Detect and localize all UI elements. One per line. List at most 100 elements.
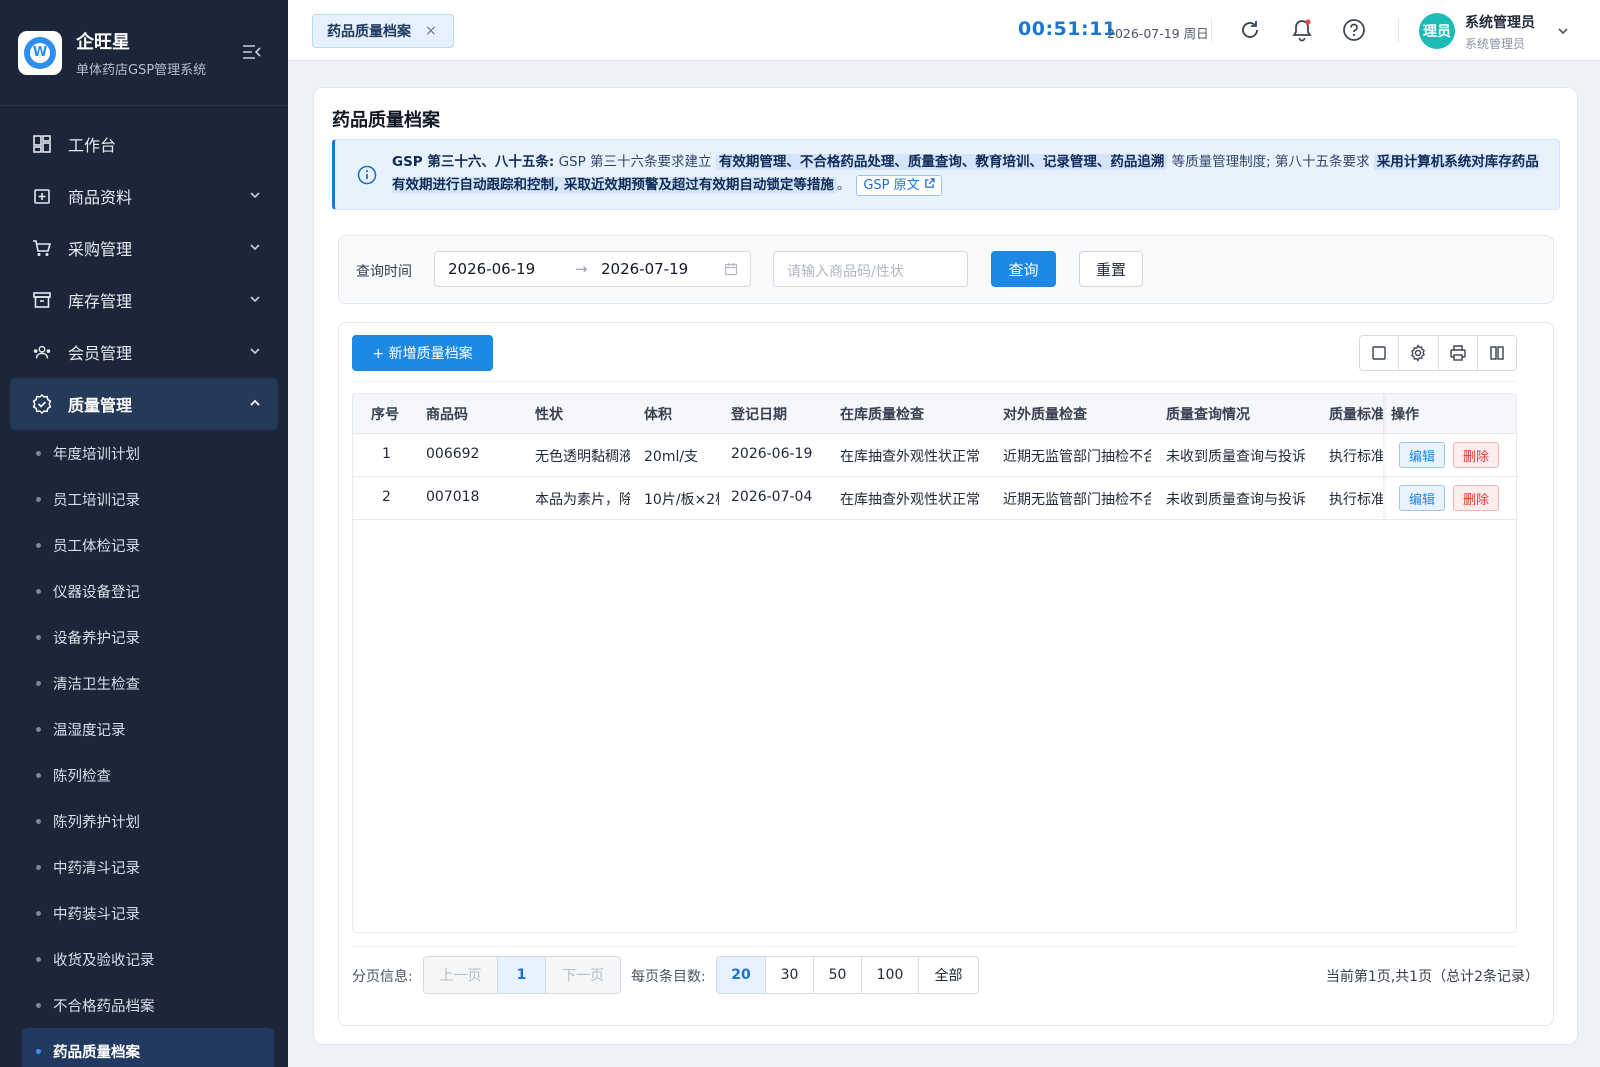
sidebar-subitem[interactable]: 收货及验收记录	[22, 936, 274, 982]
nav-label: 会员管理	[68, 344, 133, 363]
table-cell: 1	[382, 446, 391, 462]
delete-button[interactable]: 删除	[1453, 485, 1499, 511]
print-icon[interactable]	[1439, 336, 1478, 370]
nav-item-dashboard[interactable]: 工作台	[10, 118, 278, 170]
columns-icon[interactable]	[1478, 336, 1516, 370]
app-logo: W	[18, 30, 62, 75]
column-header: 质量标准	[1329, 407, 1383, 423]
alert-highlight: 有效期管理、不合格药品处理、质量查询、教育培训、记录管理、药品追溯	[715, 154, 1168, 170]
tab-close-icon[interactable]: ×	[425, 23, 437, 39]
page-size-option[interactable]: 50	[814, 957, 862, 993]
sidebar-subitem[interactable]: 员工体检记录	[22, 522, 274, 568]
tab-label: 药品质量档案	[327, 24, 411, 40]
nav-item-inventory[interactable]: 库存管理	[10, 274, 278, 326]
external-link-icon	[924, 178, 935, 188]
page-size-label: 每页条目数:	[631, 969, 706, 985]
chevron-down-icon	[250, 348, 260, 355]
fullscreen-icon[interactable]	[1360, 336, 1400, 370]
sidebar-subitem[interactable]: 中药清斗记录	[22, 844, 274, 890]
brand-subtitle: 单体药店GSP管理系统	[76, 62, 207, 78]
settings-gear-icon[interactable]	[1399, 336, 1439, 370]
alert-text: GSP 第三十六条要求建立	[554, 154, 716, 170]
sidebar-subitem[interactable]: 中药装斗记录	[22, 890, 274, 936]
nav-item-products[interactable]: 商品资料	[10, 170, 278, 222]
avatar[interactable]: 理员	[1419, 13, 1455, 49]
alert-text: 。	[836, 177, 851, 193]
product-icon	[32, 186, 52, 206]
table-cell: 近期无监管部门抽检不合格	[1003, 492, 1151, 508]
table-cell: 本品为素片，除	[535, 492, 630, 508]
page-size-option[interactable]: 100	[862, 957, 919, 993]
table-row[interactable]: 2 007018 本品为素片，除 10片/板×2板 2026-07-04 在库抽查外观性状…	[353, 477, 1516, 520]
sidebar-subitem[interactable]: 设备养护记录	[22, 614, 274, 660]
tab-drug-quality-archive[interactable]: 药品质量档案 ×	[312, 14, 454, 48]
collapse-menu-icon[interactable]	[242, 44, 262, 60]
next-page-button[interactable]: 下一页	[546, 957, 620, 993]
gsp-source-link[interactable]: GSP 原文	[856, 175, 942, 196]
prev-page-button[interactable]: 上一页	[424, 957, 498, 993]
sidebar-subitem[interactable]: 温湿度记录	[22, 706, 274, 752]
current-date: 2026-07-19 周日	[1107, 26, 1209, 41]
column-header: 操作	[1391, 407, 1419, 423]
quality-archive-table: 序号 商品码 性状 体积 登记日期 在库质量检查 对外质量检查 质量查询情况 质量标准 操作 10…	[352, 393, 1517, 933]
chevron-down-icon[interactable]	[1556, 24, 1570, 38]
user-name[interactable]: 系统管理员	[1465, 12, 1535, 32]
nav-item-quality[interactable]: 质量管理	[10, 378, 278, 430]
divider	[1211, 18, 1212, 42]
nav-label: 质量管理	[68, 396, 133, 415]
nav-label: 库存管理	[68, 292, 133, 311]
quality-icon	[32, 394, 52, 414]
table-cell: 在库抽查外观性状正常，未	[840, 449, 980, 465]
arrow-right-icon: →	[575, 260, 588, 278]
page-title: 药品质量档案	[332, 110, 440, 131]
nav-item-members[interactable]: 会员管理	[10, 326, 278, 378]
column-header: 体积	[644, 407, 672, 423]
chevron-down-icon	[250, 244, 260, 251]
table-cell: 近期无监管部门抽检不合格	[1003, 449, 1151, 465]
query-button[interactable]: 查询	[991, 251, 1056, 287]
add-quality-archive-button[interactable]: + 新增质量档案	[352, 335, 493, 371]
page-size-option[interactable]: 全部	[919, 957, 978, 993]
edit-button[interactable]: 编辑	[1399, 485, 1445, 511]
refresh-icon[interactable]	[1238, 18, 1262, 42]
edit-button[interactable]: 编辑	[1399, 442, 1445, 468]
table-row[interactable]: 1 006692 无色透明黏稠液 20ml/支 2026-06-19 在库抽查外观性状正常…	[353, 434, 1516, 477]
divider	[352, 946, 1516, 947]
sidebar-subitem[interactable]: 员工培训记录	[22, 476, 274, 522]
brand-name: 企旺星	[76, 31, 130, 53]
nav-item-purchase[interactable]: 采购管理	[10, 222, 278, 274]
sidebar-subitem[interactable]: 药品质量档案	[22, 1028, 274, 1067]
reset-button[interactable]: 重置	[1079, 251, 1143, 287]
sidebar-subitem[interactable]: 年度培训计划	[22, 430, 274, 476]
date-range-picker[interactable]: 2026-06-19 → 2026-07-19	[434, 251, 751, 287]
keyword-search-input[interactable]: 请输入商品码/性状	[773, 251, 968, 287]
sidebar-subitem[interactable]: 不合格药品档案	[22, 982, 274, 1028]
sidebar-subitem[interactable]: 陈列养护计划	[22, 798, 274, 844]
nav-menu: 工作台 商品资料 采购管理 库存管理 会员管理 质量管理 年度培训计划 员工培训记…	[0, 106, 288, 1067]
page-size-option[interactable]: 30	[766, 957, 814, 993]
sidebar-subitem[interactable]: 清洁卫生检查	[22, 660, 274, 706]
date-to[interactable]: 2026-07-19	[601, 260, 688, 278]
column-header: 对外质量检查	[1003, 407, 1087, 423]
query-time-label: 查询时间	[356, 264, 412, 280]
page-size-selector: 20 30 50 100 全部	[716, 956, 979, 994]
date-from[interactable]: 2026-06-19	[448, 260, 535, 278]
inventory-icon	[32, 290, 52, 310]
chevron-up-icon	[250, 399, 260, 406]
sidebar-subitem[interactable]: 仪器设备登记	[22, 568, 274, 614]
page-size-option[interactable]: 20	[717, 957, 766, 993]
sidebar-subitem[interactable]: 陈列检查	[22, 752, 274, 798]
sidebar: W 企旺星 单体药店GSP管理系统 工作台 商品资料 采购管理 库存管理 会员管…	[0, 0, 288, 1067]
calendar-icon	[724, 263, 738, 276]
table-tools	[1359, 335, 1517, 371]
table-header: 序号 商品码 性状 体积 登记日期 在库质量检查 对外质量检查 质量查询情况 质量标准 操作	[353, 394, 1516, 434]
chevron-down-icon	[250, 192, 260, 199]
table-cell: 未收到质量查询与投诉	[1166, 492, 1306, 508]
page-number-button[interactable]: 1	[498, 957, 546, 993]
pagination-controls: 上一页 1 下一页	[423, 956, 621, 994]
cart-icon	[32, 238, 52, 258]
help-icon[interactable]	[1342, 18, 1366, 42]
delete-button[interactable]: 删除	[1453, 442, 1499, 468]
notification-bell-icon[interactable]	[1290, 18, 1314, 42]
column-header: 登记日期	[731, 407, 787, 423]
